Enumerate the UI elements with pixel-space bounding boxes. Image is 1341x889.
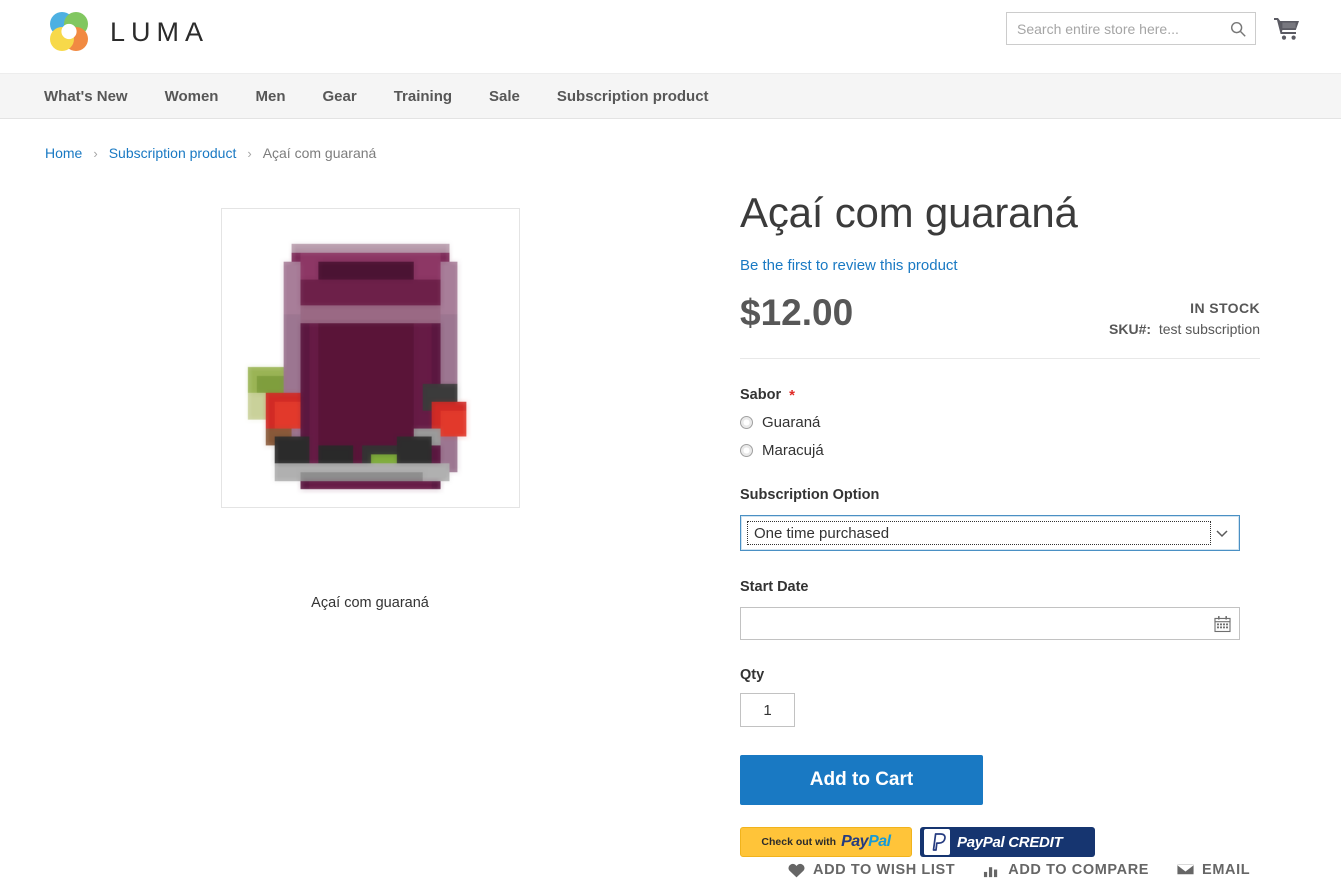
- breadcrumb-current: Açaí com guaraná: [262, 145, 377, 161]
- subscription-option-value: One time purchased: [747, 521, 1211, 546]
- option-start-date: Start Date: [740, 579, 1260, 641]
- product-page: LUMA Search entire store here... What's …: [0, 0, 1341, 889]
- breadcrumb-separator: ›: [93, 145, 98, 161]
- product-image[interactable]: [220, 208, 520, 508]
- subscription-option-select[interactable]: One time purchased: [740, 515, 1240, 552]
- nav-item-training[interactable]: Training: [394, 88, 452, 105]
- subscription-option-label: Subscription Option: [740, 487, 880, 504]
- breadcrumb-separator: ›: [247, 145, 252, 161]
- paypal-wordmark: PayPal: [841, 833, 891, 851]
- radio-button-icon[interactable]: [740, 444, 753, 458]
- chevron-down-icon[interactable]: [1215, 526, 1229, 540]
- product-social-actions: Add to Wish List Add to Compare Email: [788, 862, 1250, 878]
- nav-item-women[interactable]: Women: [165, 88, 219, 105]
- nav-item-sale[interactable]: Sale: [489, 88, 520, 105]
- product-image-caption: Açaí com guaraná: [311, 595, 429, 611]
- start-date-label: Start Date: [740, 579, 809, 596]
- option-sabor: Sabor * Guaraná Maracujá: [740, 387, 1260, 459]
- divider: [740, 358, 1260, 360]
- search-icon[interactable]: [1229, 20, 1247, 38]
- review-link[interactable]: Be the first to review this product: [740, 257, 958, 274]
- add-to-compare-button[interactable]: Add to Compare: [983, 862, 1149, 878]
- paypal-checkout-button[interactable]: Check out with PayPal: [740, 827, 912, 858]
- page-title: Açaí com guaraná: [740, 189, 1078, 236]
- quantity-stepper[interactable]: [740, 693, 795, 728]
- product-image-canvas: [221, 209, 519, 507]
- paypal-credit-label: PayPal CREDIT: [957, 833, 1063, 851]
- header-actions: [1006, 12, 1300, 45]
- compare-bars-icon: [983, 863, 1000, 878]
- paypal-wordmark-pay: Pay: [841, 833, 869, 851]
- search-box[interactable]: [1006, 12, 1256, 45]
- logo-text: LUMA: [110, 16, 210, 47]
- add-to-cart-button[interactable]: Add to Cart: [740, 755, 983, 806]
- option-sabor-label-text: Sabor: [740, 387, 782, 404]
- paypal-p-badge-icon: [924, 829, 950, 856]
- paypal-checkout-pretext: Check out with: [761, 836, 837, 849]
- start-date-field[interactable]: [740, 607, 1240, 641]
- product-media: Açaí com guaraná: [0, 161, 740, 857]
- calendar-icon[interactable]: [1214, 615, 1231, 632]
- paypal-wordmark-pal: Pal: [868, 833, 891, 851]
- breadcrumb-category[interactable]: Subscription product: [109, 145, 237, 161]
- paypal-buttons: Check out with PayPal PayPal CREDIT: [740, 827, 1260, 858]
- product-info: Açaí com guaraná Be the first to review …: [740, 161, 1260, 858]
- main-navigation: What's New Women Men Gear Training Sale …: [0, 73, 1341, 119]
- option-sabor-label: Sabor *: [740, 387, 1260, 403]
- product-price: $12.00: [740, 292, 854, 334]
- price-row: $12.00 IN STOCK SKU#: test subscription: [740, 294, 1260, 337]
- start-date-input[interactable]: [741, 608, 1239, 640]
- shopping-cart-icon[interactable]: [1274, 17, 1300, 41]
- status-badge: IN STOCK: [1190, 300, 1260, 317]
- site-header: LUMA: [0, 0, 1341, 73]
- product-main: Açaí com guaraná Açaí com guaraná Be the…: [0, 161, 1341, 858]
- paypal-credit-button[interactable]: PayPal CREDIT: [920, 827, 1095, 858]
- radio-option-label: Guaraná: [762, 414, 821, 432]
- sku-label: SKU#:: [1109, 321, 1152, 338]
- add-to-wish-list-label: Add to Wish List: [813, 862, 956, 878]
- radio-option-maracuja[interactable]: Maracujá: [740, 442, 1260, 459]
- search-input[interactable]: [1007, 13, 1255, 44]
- radio-button-icon[interactable]: [740, 416, 753, 430]
- heart-icon: [788, 863, 805, 878]
- required-asterisk: *: [789, 386, 795, 404]
- nav-item-gear[interactable]: Gear: [322, 88, 356, 105]
- product-sku: SKU#: test subscription: [1109, 321, 1260, 337]
- nav-item-men[interactable]: Men: [255, 88, 285, 105]
- nav-item-whats-new[interactable]: What's New: [44, 88, 128, 105]
- luma-rings-logo-icon: [44, 7, 94, 57]
- qty-input[interactable]: [741, 694, 794, 727]
- option-subscription: Subscription Option One time purchased: [740, 487, 1260, 552]
- qty-label: Qty: [740, 667, 765, 684]
- email-button[interactable]: Email: [1176, 862, 1251, 878]
- logo[interactable]: LUMA: [44, 7, 209, 57]
- radio-option-label: Maracujá: [762, 442, 824, 460]
- breadcrumb-home[interactable]: Home: [45, 145, 82, 161]
- nav-item-subscription-product[interactable]: Subscription product: [557, 88, 709, 105]
- sku-value: test subscription: [1158, 321, 1260, 338]
- stock-info: IN STOCK SKU#: test subscription: [1109, 294, 1260, 337]
- email-label: Email: [1202, 862, 1251, 878]
- radio-option-guarana[interactable]: Guaraná: [740, 414, 1260, 431]
- add-to-wish-list-button[interactable]: Add to Wish List: [788, 862, 955, 878]
- add-to-compare-label: Add to Compare: [1008, 862, 1150, 878]
- breadcrumb: Home › Subscription product › Açaí com g…: [0, 119, 1341, 161]
- envelope-icon: [1176, 863, 1195, 878]
